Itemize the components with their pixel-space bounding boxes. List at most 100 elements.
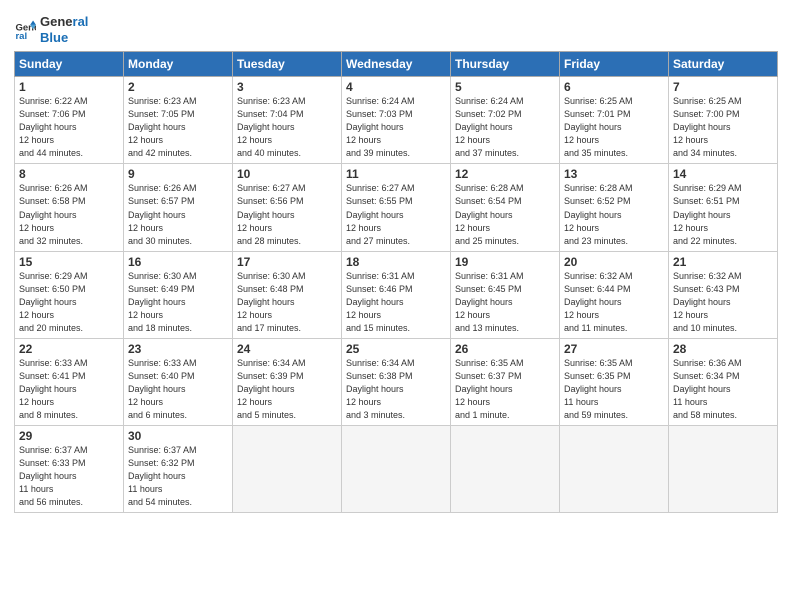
calendar-day: 2Sunrise: 6:23 AMSunset: 7:05 PMDaylight… <box>124 77 233 164</box>
calendar-day: 24Sunrise: 6:34 AMSunset: 6:39 PMDayligh… <box>233 338 342 425</box>
day-number: 25 <box>346 342 446 356</box>
calendar-day: 22Sunrise: 6:33 AMSunset: 6:41 PMDayligh… <box>15 338 124 425</box>
day-header-saturday: Saturday <box>669 52 778 77</box>
day-number: 27 <box>564 342 664 356</box>
calendar-day: 6Sunrise: 6:25 AMSunset: 7:01 PMDaylight… <box>560 77 669 164</box>
day-number: 24 <box>237 342 337 356</box>
day-header-tuesday: Tuesday <box>233 52 342 77</box>
day-info: Sunrise: 6:25 AMSunset: 7:00 PMDaylight … <box>673 95 773 160</box>
calendar-day: 29Sunrise: 6:37 AMSunset: 6:33 PMDayligh… <box>15 426 124 513</box>
day-number: 12 <box>455 167 555 181</box>
day-info: Sunrise: 6:35 AMSunset: 6:35 PMDaylight … <box>564 357 664 422</box>
calendar-day: 11Sunrise: 6:27 AMSunset: 6:55 PMDayligh… <box>342 164 451 251</box>
calendar-day: 17Sunrise: 6:30 AMSunset: 6:48 PMDayligh… <box>233 251 342 338</box>
day-header-thursday: Thursday <box>451 52 560 77</box>
day-header-wednesday: Wednesday <box>342 52 451 77</box>
day-info: Sunrise: 6:28 AMSunset: 6:54 PMDaylight … <box>455 182 555 247</box>
logo: Gene ral General Blue <box>14 14 88 45</box>
calendar-day: 23Sunrise: 6:33 AMSunset: 6:40 PMDayligh… <box>124 338 233 425</box>
calendar-day: 12Sunrise: 6:28 AMSunset: 6:54 PMDayligh… <box>451 164 560 251</box>
day-info: Sunrise: 6:26 AMSunset: 6:57 PMDaylight … <box>128 182 228 247</box>
day-info: Sunrise: 6:24 AMSunset: 7:03 PMDaylight … <box>346 95 446 160</box>
day-number: 18 <box>346 255 446 269</box>
day-number: 19 <box>455 255 555 269</box>
calendar-day <box>560 426 669 513</box>
day-number: 8 <box>19 167 119 181</box>
calendar-day <box>233 426 342 513</box>
day-number: 1 <box>19 80 119 94</box>
day-header-sunday: Sunday <box>15 52 124 77</box>
calendar-day <box>342 426 451 513</box>
day-info: Sunrise: 6:23 AMSunset: 7:05 PMDaylight … <box>128 95 228 160</box>
day-info: Sunrise: 6:33 AMSunset: 6:41 PMDaylight … <box>19 357 119 422</box>
day-number: 3 <box>237 80 337 94</box>
day-header-monday: Monday <box>124 52 233 77</box>
day-info: Sunrise: 6:37 AMSunset: 6:32 PMDaylight … <box>128 444 228 509</box>
calendar-day: 19Sunrise: 6:31 AMSunset: 6:45 PMDayligh… <box>451 251 560 338</box>
day-info: Sunrise: 6:25 AMSunset: 7:01 PMDaylight … <box>564 95 664 160</box>
calendar-day: 13Sunrise: 6:28 AMSunset: 6:52 PMDayligh… <box>560 164 669 251</box>
calendar-day: 5Sunrise: 6:24 AMSunset: 7:02 PMDaylight… <box>451 77 560 164</box>
calendar-day: 16Sunrise: 6:30 AMSunset: 6:49 PMDayligh… <box>124 251 233 338</box>
day-info: Sunrise: 6:27 AMSunset: 6:55 PMDaylight … <box>346 182 446 247</box>
day-number: 15 <box>19 255 119 269</box>
calendar-day: 28Sunrise: 6:36 AMSunset: 6:34 PMDayligh… <box>669 338 778 425</box>
day-number: 22 <box>19 342 119 356</box>
day-info: Sunrise: 6:34 AMSunset: 6:39 PMDaylight … <box>237 357 337 422</box>
day-number: 4 <box>346 80 446 94</box>
day-info: Sunrise: 6:23 AMSunset: 7:04 PMDaylight … <box>237 95 337 160</box>
calendar-day: 27Sunrise: 6:35 AMSunset: 6:35 PMDayligh… <box>560 338 669 425</box>
day-info: Sunrise: 6:34 AMSunset: 6:38 PMDaylight … <box>346 357 446 422</box>
calendar-week-1: 1Sunrise: 6:22 AMSunset: 7:06 PMDaylight… <box>15 77 778 164</box>
calendar-day: 25Sunrise: 6:34 AMSunset: 6:38 PMDayligh… <box>342 338 451 425</box>
day-number: 2 <box>128 80 228 94</box>
calendar-day: 20Sunrise: 6:32 AMSunset: 6:44 PMDayligh… <box>560 251 669 338</box>
day-info: Sunrise: 6:29 AMSunset: 6:50 PMDaylight … <box>19 270 119 335</box>
day-info: Sunrise: 6:36 AMSunset: 6:34 PMDaylight … <box>673 357 773 422</box>
calendar-day: 26Sunrise: 6:35 AMSunset: 6:37 PMDayligh… <box>451 338 560 425</box>
day-info: Sunrise: 6:26 AMSunset: 6:58 PMDaylight … <box>19 182 119 247</box>
day-number: 14 <box>673 167 773 181</box>
day-number: 20 <box>564 255 664 269</box>
day-number: 16 <box>128 255 228 269</box>
calendar-body: 1Sunrise: 6:22 AMSunset: 7:06 PMDaylight… <box>15 77 778 513</box>
day-number: 5 <box>455 80 555 94</box>
day-info: Sunrise: 6:37 AMSunset: 6:33 PMDaylight … <box>19 444 119 509</box>
day-info: Sunrise: 6:28 AMSunset: 6:52 PMDaylight … <box>564 182 664 247</box>
day-number: 6 <box>564 80 664 94</box>
day-info: Sunrise: 6:32 AMSunset: 6:44 PMDaylight … <box>564 270 664 335</box>
calendar-day: 15Sunrise: 6:29 AMSunset: 6:50 PMDayligh… <box>15 251 124 338</box>
calendar-week-4: 22Sunrise: 6:33 AMSunset: 6:41 PMDayligh… <box>15 338 778 425</box>
calendar-week-3: 15Sunrise: 6:29 AMSunset: 6:50 PMDayligh… <box>15 251 778 338</box>
calendar-day: 9Sunrise: 6:26 AMSunset: 6:57 PMDaylight… <box>124 164 233 251</box>
day-info: Sunrise: 6:33 AMSunset: 6:40 PMDaylight … <box>128 357 228 422</box>
day-info: Sunrise: 6:32 AMSunset: 6:43 PMDaylight … <box>673 270 773 335</box>
day-info: Sunrise: 6:30 AMSunset: 6:49 PMDaylight … <box>128 270 228 335</box>
day-info: Sunrise: 6:24 AMSunset: 7:02 PMDaylight … <box>455 95 555 160</box>
day-number: 28 <box>673 342 773 356</box>
day-number: 23 <box>128 342 228 356</box>
calendar-week-5: 29Sunrise: 6:37 AMSunset: 6:33 PMDayligh… <box>15 426 778 513</box>
calendar-day: 8Sunrise: 6:26 AMSunset: 6:58 PMDaylight… <box>15 164 124 251</box>
day-number: 7 <box>673 80 773 94</box>
calendar-day <box>451 426 560 513</box>
day-number: 17 <box>237 255 337 269</box>
day-info: Sunrise: 6:29 AMSunset: 6:51 PMDaylight … <box>673 182 773 247</box>
day-number: 13 <box>564 167 664 181</box>
day-info: Sunrise: 6:22 AMSunset: 7:06 PMDaylight … <box>19 95 119 160</box>
day-info: Sunrise: 6:31 AMSunset: 6:45 PMDaylight … <box>455 270 555 335</box>
calendar-day: 10Sunrise: 6:27 AMSunset: 6:56 PMDayligh… <box>233 164 342 251</box>
day-number: 30 <box>128 429 228 443</box>
day-number: 26 <box>455 342 555 356</box>
day-info: Sunrise: 6:27 AMSunset: 6:56 PMDaylight … <box>237 182 337 247</box>
calendar-day: 30Sunrise: 6:37 AMSunset: 6:32 PMDayligh… <box>124 426 233 513</box>
page-container: Gene ral General Blue SundayMondayTuesda… <box>0 0 792 519</box>
day-number: 10 <box>237 167 337 181</box>
day-number: 21 <box>673 255 773 269</box>
calendar-day: 21Sunrise: 6:32 AMSunset: 6:43 PMDayligh… <box>669 251 778 338</box>
logo-icon: Gene ral <box>14 19 36 41</box>
calendar-day: 1Sunrise: 6:22 AMSunset: 7:06 PMDaylight… <box>15 77 124 164</box>
day-info: Sunrise: 6:30 AMSunset: 6:48 PMDaylight … <box>237 270 337 335</box>
calendar: SundayMondayTuesdayWednesdayThursdayFrid… <box>14 51 778 513</box>
day-info: Sunrise: 6:31 AMSunset: 6:46 PMDaylight … <box>346 270 446 335</box>
